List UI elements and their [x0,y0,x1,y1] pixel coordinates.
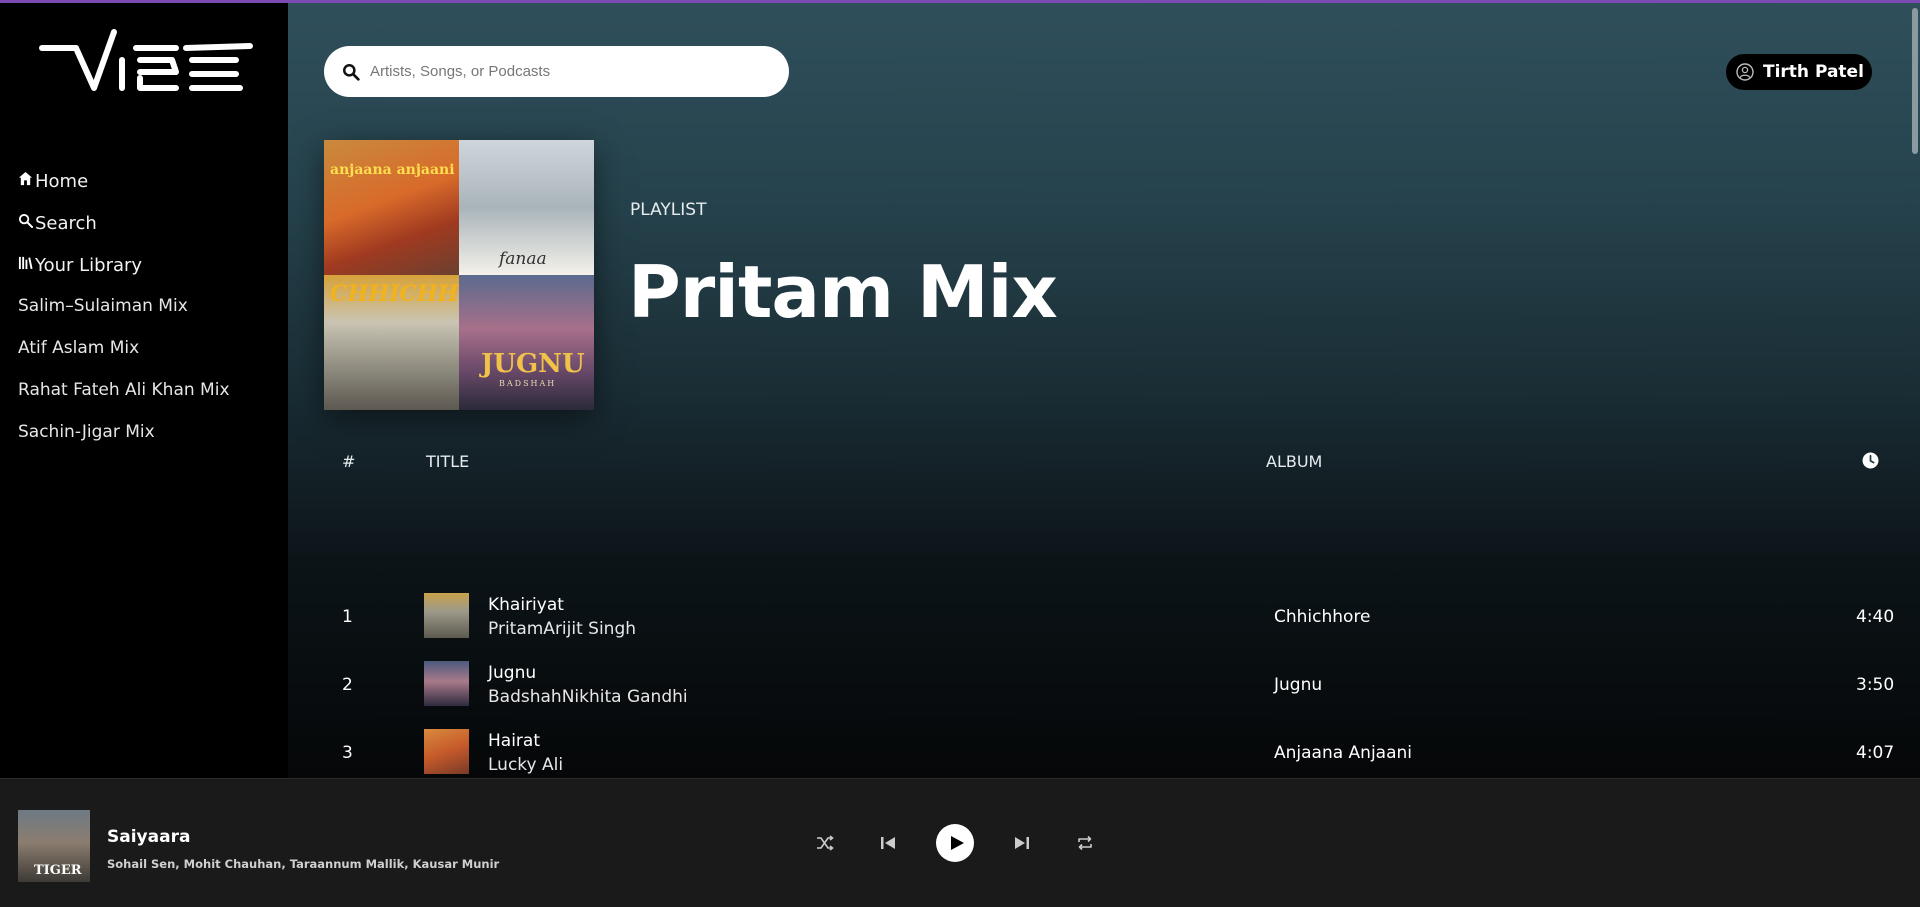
clock-icon [1862,452,1879,473]
track-duration: 4:07 [1856,743,1895,763]
nav-home[interactable]: Home [18,160,142,202]
home-icon [18,171,33,185]
cover-art-tile: fanaa [459,140,594,275]
track-album: Chhichhore [1274,607,1371,627]
play-icon [950,836,964,850]
skip-back-icon [881,837,895,849]
cover-art-label: anjaana anjaani [330,162,455,178]
cover-art-label: CHHICHHORE [330,281,459,307]
track-title: Khairiyat [488,595,564,615]
track-number: 1 [342,607,353,627]
track-title: Jugnu [488,663,537,683]
track-thumbnail [424,729,469,774]
user-menu-button[interactable]: Tirth Patel [1726,54,1872,90]
main-nav: Home Search Your Library [18,160,142,286]
playlist-type: PLAYLIST [630,200,707,220]
playlist-item[interactable]: Sachin-Jigar Mix [18,411,230,453]
table-row[interactable]: 2 Jugnu BadshahNikhita Gandhi Jugnu 3:50 [324,651,1894,719]
nav-library-label: Your Library [35,254,143,276]
column-title: TITLE [426,452,470,471]
playlist-item[interactable]: Rahat Fateh Ali Khan Mix [18,369,230,411]
playlist-title: Pritam Mix [628,250,1058,334]
table-row[interactable]: 3 Hairat Lucky Ali Anjaana Anjaani 4:07 [324,719,1894,778]
previous-button[interactable] [873,828,903,858]
main-content: Tirth Patel anjaana anjaani fanaa CHHICH… [288,0,1920,778]
sidebar: Home Search Your Library Salim–Sulaiman … [0,0,288,778]
track-list: 1 Khairiyat PritamArijit Singh Chhichhor… [324,583,1894,778]
cover-art-tile: JUGNU BADSHAH [459,275,594,410]
playback-controls [810,824,1100,862]
search-icon [343,63,360,81]
track-thumbnail [424,593,469,638]
cover-art-label: fanaa [499,249,547,269]
now-playing-title[interactable]: Saiyaara [107,827,190,847]
now-playing-art-label: TIGER [34,863,82,878]
track-artists: PritamArijit Singh [488,619,637,639]
column-album: ALBUM [1266,452,1323,471]
playlist-item[interactable]: Salim–Sulaiman Mix [18,285,230,327]
nav-home-label: Home [35,170,89,192]
search-icon [18,213,33,228]
skip-forward-icon [1015,837,1029,849]
playlist-list: Salim–Sulaiman Mix Atif Aslam Mix Rahat … [18,285,230,453]
track-album: Jugnu [1274,675,1323,695]
nav-search[interactable]: Search [18,202,142,244]
vibe-logo[interactable] [36,26,256,96]
cover-art-sublabel: BADSHAH [499,379,557,388]
shuffle-icon [817,835,834,851]
track-number: 3 [342,743,353,763]
track-album: Anjaana Anjaani [1274,743,1413,763]
table-row[interactable]: 1 Khairiyat PritamArijit Singh Chhichhor… [324,583,1894,651]
repeat-button[interactable] [1070,828,1100,858]
track-artists: Lucky Ali [488,755,564,775]
now-playing-art[interactable]: TIGER [18,810,90,882]
track-table-header: # TITLE ALBUM [324,452,1884,476]
scrollbar-thumb[interactable] [1912,8,1918,154]
cover-art-tile: anjaana anjaani [324,140,459,275]
search-bar[interactable] [324,46,789,97]
playlist-item[interactable]: Atif Aslam Mix [18,327,230,369]
now-playing-artists: Sohail Sen, Mohit Chauhan, Taraannum Mal… [107,857,500,871]
nav-library[interactable]: Your Library [18,244,142,286]
cover-art-tile: CHHICHHORE [324,275,459,410]
repeat-icon [1078,835,1092,851]
play-button[interactable] [936,824,974,862]
track-artists: BadshahNikhita Gandhi [488,687,688,707]
library-icon [18,256,33,269]
track-number: 2 [342,675,353,695]
top-accent-line [0,0,1920,3]
cover-art-label: JUGNU [481,349,585,379]
playlist-cover: anjaana anjaani fanaa CHHICHHORE JUGNU B… [324,140,594,410]
player-bar: TIGER Saiyaara Sohail Sen, Mohit Chauhan… [0,778,1920,907]
track-thumbnail [424,661,469,706]
scrollbar[interactable] [1908,0,1920,778]
track-duration: 3:50 [1856,675,1895,695]
next-button[interactable] [1007,828,1037,858]
user-name: Tirth Patel [1763,62,1864,82]
column-number: # [342,452,356,471]
search-input[interactable] [370,63,770,80]
track-duration: 4:40 [1856,607,1895,627]
track-title: Hairat [488,731,540,751]
user-icon [1736,63,1754,81]
shuffle-button[interactable] [810,828,840,858]
nav-search-label: Search [35,212,97,234]
